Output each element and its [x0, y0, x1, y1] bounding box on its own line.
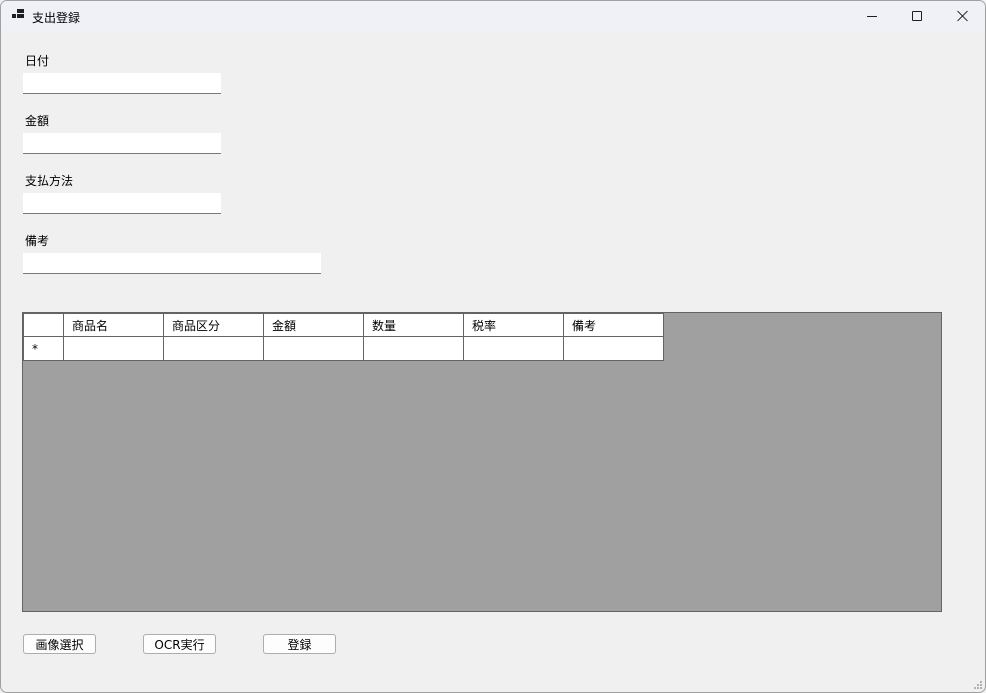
select-image-button[interactable]: 画像選択 [23, 634, 96, 654]
column-header-tax-rate[interactable]: 税率 [463, 313, 564, 337]
payment-method-field[interactable] [23, 193, 221, 214]
new-row-cell-quantity[interactable] [363, 336, 464, 361]
run-ocr-button[interactable]: OCR実行 [143, 634, 216, 654]
amount-label: 金額 [25, 114, 50, 128]
new-row-cell-tax-rate[interactable] [463, 336, 564, 361]
new-row-cell-amount[interactable] [263, 336, 364, 361]
amount-field[interactable] [23, 133, 221, 154]
register-button[interactable]: 登録 [263, 634, 336, 654]
resize-grip-icon[interactable] [974, 681, 982, 689]
column-header-quantity[interactable]: 数量 [363, 313, 464, 337]
payment-method-label: 支払方法 [25, 174, 74, 188]
grid-corner-header[interactable] [23, 313, 64, 337]
column-header-item-category[interactable]: 商品区分 [163, 313, 264, 337]
new-row-cell-note[interactable] [563, 336, 664, 361]
column-header-note[interactable]: 備考 [563, 313, 664, 337]
expense-register-window: 支出登録 日付 金額 支払方法 備考 商品名 商品区分 金額 数量 税率 備考 … [0, 0, 986, 693]
column-header-item-name[interactable]: 商品名 [63, 313, 164, 337]
maximize-icon [912, 11, 922, 21]
minimize-button[interactable] [849, 1, 895, 31]
date-field[interactable] [23, 73, 221, 94]
date-label: 日付 [25, 54, 50, 68]
app-icon [12, 9, 24, 22]
close-icon [957, 10, 969, 22]
new-row: * [23, 336, 664, 361]
maximize-button[interactable] [894, 1, 940, 31]
note-label: 備考 [25, 234, 50, 248]
window-title: 支出登録 [32, 11, 81, 25]
item-table: 商品名 商品区分 金額 数量 税率 備考 * [23, 313, 664, 361]
note-field[interactable] [23, 253, 321, 274]
minimize-icon [867, 15, 877, 17]
title-bar[interactable]: 支出登録 [1, 1, 985, 31]
item-grid[interactable]: 商品名 商品区分 金額 数量 税率 備考 * [22, 312, 942, 612]
new-row-cell-item-name[interactable] [63, 336, 164, 361]
grid-header-row: 商品名 商品区分 金額 数量 税率 備考 [23, 313, 664, 337]
new-row-cell-item-category[interactable] [163, 336, 264, 361]
new-row-marker[interactable]: * [23, 336, 64, 361]
close-button[interactable] [940, 1, 985, 31]
column-header-amount[interactable]: 金額 [263, 313, 364, 337]
